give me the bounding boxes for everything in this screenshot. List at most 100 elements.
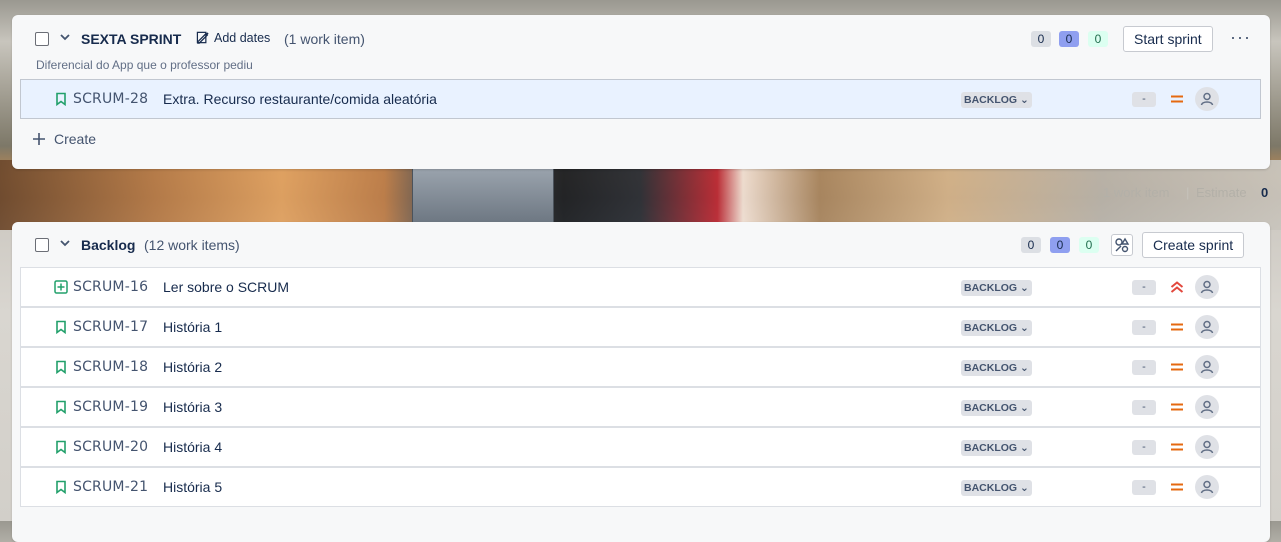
sprint-container: SEXTA SPRINT Add dates (1 work item) Dif… [12,15,1270,169]
backlog-item-count: (12 work items) [144,237,240,253]
backlog-container: Backlog (12 work items) 0 0 0 Create spr… [12,222,1270,542]
estimate-badge[interactable]: - [1132,480,1156,495]
sprint-title: SEXTA SPRINT [81,31,182,47]
sprint-goal: Diferencial do App que o professor pediu [36,58,253,72]
user-icon [1200,92,1214,106]
issue-key[interactable]: SCRUM-18 [73,359,148,375]
assignee-avatar[interactable] [1195,87,1219,111]
add-dates-button[interactable]: Add dates [196,30,270,45]
issue-summary[interactable]: Extra. Recurso restaurante/comida aleató… [163,91,437,107]
estimate-badge[interactable]: - [1132,400,1156,415]
priority-medium-icon[interactable] [1169,399,1185,415]
shapes-toggle-button[interactable] [1111,234,1133,256]
status-label: BACKLOG [964,482,1018,494]
issue-summary[interactable]: História 1 [163,319,222,335]
user-icon [1200,320,1214,334]
create-sprint-button[interactable]: Create sprint [1142,232,1245,258]
backlog-inprogress-count: 0 [1050,237,1070,253]
status-dropdown[interactable]: BACKLOG ⌄ [961,320,1032,336]
status-label: BACKLOG [964,362,1018,374]
story-icon [56,440,66,454]
status-dropdown[interactable]: BACKLOG ⌄ [961,92,1032,108]
user-icon [1200,440,1214,454]
issue-summary[interactable]: Ler sobre o SCRUM [163,279,289,295]
user-icon [1200,480,1214,494]
sprint-footer-count: 1 work item [1103,185,1170,200]
table-row[interactable]: SCRUM-18 História 2 BACKLOG ⌄ - [20,347,1261,387]
table-row[interactable]: SCRUM-19 História 3 BACKLOG ⌄ - [20,387,1261,427]
footer-divider: | [1186,185,1190,200]
status-label: BACKLOG [964,94,1018,106]
chevron-down-icon: ⌄ [1020,322,1029,334]
table-row[interactable]: SCRUM-28 Extra. Recurso restaurante/comi… [20,79,1261,119]
chevron-down-icon: ⌄ [1020,442,1029,454]
table-row[interactable]: SCRUM-16 Ler sobre o SCRUM BACKLOG ⌄ - [20,267,1261,307]
start-sprint-button[interactable]: Start sprint [1123,26,1213,52]
status-dropdown[interactable]: BACKLOG ⌄ [961,440,1032,456]
assignee-avatar[interactable] [1195,435,1219,459]
estimate-badge[interactable]: - [1132,440,1156,455]
chevron-down-icon: ⌄ [1020,482,1029,494]
create-label: Create [54,131,97,147]
backlog-collapse-chevron-icon[interactable] [59,237,71,252]
priority-medium-icon[interactable] [1169,319,1185,335]
issue-summary[interactable]: História 5 [163,479,222,495]
story-icon [56,480,66,494]
sprint-select-checkbox[interactable] [35,32,49,46]
priority-medium-icon[interactable] [1169,439,1185,455]
backlog-done-count: 0 [1079,237,1099,253]
issue-key[interactable]: SCRUM-28 [73,91,148,107]
priority-highest-icon[interactable] [1169,279,1185,295]
sprint-inprogress-count: 0 [1059,31,1079,47]
estimate-badge[interactable]: - [1132,320,1156,335]
backlog-title: Backlog [81,237,136,253]
status-dropdown[interactable]: BACKLOG ⌄ [961,360,1032,376]
assignee-avatar[interactable] [1195,395,1219,419]
shapes-icon [1115,237,1130,253]
sprint-footer-estimate-label: Estimate [1196,185,1247,200]
estimate-badge[interactable]: - [1132,92,1156,107]
issue-key[interactable]: SCRUM-17 [73,319,148,335]
status-dropdown[interactable]: BACKLOG ⌄ [961,400,1032,416]
priority-medium-icon[interactable] [1169,359,1185,375]
table-row[interactable]: SCRUM-20 História 4 BACKLOG ⌄ - [20,427,1261,467]
sprint-more-actions-icon[interactable]: ··· [1230,27,1251,48]
assignee-avatar[interactable] [1195,275,1219,299]
subtask-icon [54,280,68,294]
story-icon [56,400,66,414]
sprint-item-count: (1 work item) [284,31,365,47]
priority-medium-icon[interactable] [1169,479,1185,495]
status-label: BACKLOG [964,282,1018,294]
assignee-avatar[interactable] [1195,475,1219,499]
priority-medium-icon[interactable] [1169,91,1185,107]
issue-key[interactable]: SCRUM-21 [73,479,148,495]
sprint-collapse-chevron-icon[interactable] [59,31,71,46]
assignee-avatar[interactable] [1195,355,1219,379]
edit-icon [196,31,209,44]
issue-summary[interactable]: História 3 [163,399,222,415]
story-icon [56,360,66,374]
backlog-todo-count: 0 [1021,237,1041,253]
story-icon [56,92,66,106]
story-icon [56,320,66,334]
issue-summary[interactable]: História 4 [163,439,222,455]
chevron-down-icon: ⌄ [1020,362,1029,374]
estimate-badge[interactable]: - [1132,280,1156,295]
issue-key[interactable]: SCRUM-20 [73,439,148,455]
issue-key[interactable]: SCRUM-19 [73,399,148,415]
sprint-footer-estimate-value: 0 [1261,185,1269,200]
table-row[interactable]: SCRUM-21 História 5 BACKLOG ⌄ - [20,467,1261,507]
issue-key[interactable]: SCRUM-16 [73,279,148,295]
backlog-select-checkbox[interactable] [35,238,49,252]
issue-summary[interactable]: História 2 [163,359,222,375]
chevron-down-icon: ⌄ [1020,402,1029,414]
status-dropdown[interactable]: BACKLOG ⌄ [961,480,1032,496]
assignee-avatar[interactable] [1195,315,1219,339]
create-issue-button[interactable]: Create [32,131,96,147]
chevron-down-icon: ⌄ [1020,94,1029,106]
chevron-down-icon: ⌄ [1020,282,1029,294]
sprint-todo-count: 0 [1031,31,1051,47]
status-dropdown[interactable]: BACKLOG ⌄ [961,280,1032,296]
table-row[interactable]: SCRUM-17 História 1 BACKLOG ⌄ - [20,307,1261,347]
estimate-badge[interactable]: - [1132,360,1156,375]
